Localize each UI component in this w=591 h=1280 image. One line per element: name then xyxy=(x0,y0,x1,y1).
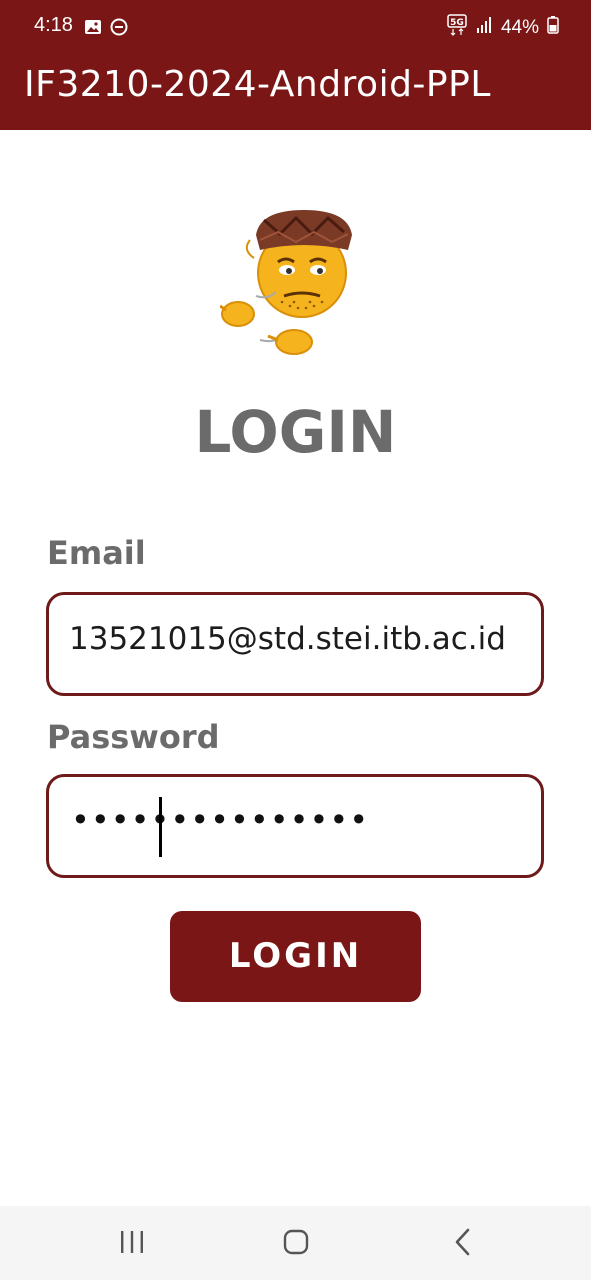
email-value: 13521015@std.stei.itb.ac.id xyxy=(69,621,506,657)
app-title: IF3210-2024-Android-PPL xyxy=(24,64,491,105)
app-bar: IF3210-2024-Android-PPL xyxy=(0,56,591,130)
login-screen: LOGIN Email 13521015@std.stei.itb.ac.id … xyxy=(0,130,591,1206)
do-not-disturb-icon xyxy=(110,18,128,40)
back-icon[interactable] xyxy=(444,1226,484,1260)
recent-apps-icon[interactable] xyxy=(112,1226,152,1260)
5g-icon: 5G xyxy=(447,14,467,42)
login-heading: LOGIN xyxy=(194,398,397,466)
battery-percent: 44% xyxy=(500,17,539,38)
gallery-icon xyxy=(84,18,102,40)
password-label: Password xyxy=(47,718,220,756)
password-field[interactable]: ••••••••••••••• xyxy=(46,774,544,878)
svg-text:5G: 5G xyxy=(450,18,464,28)
battery-icon xyxy=(547,16,559,40)
status-bar: 4:18 5G 44% xyxy=(0,0,591,56)
home-icon[interactable] xyxy=(276,1226,316,1260)
navigation-bar xyxy=(0,1206,591,1280)
email-field[interactable]: 13521015@std.stei.itb.ac.id xyxy=(46,592,544,696)
signal-icon xyxy=(475,16,493,40)
mascot-emoji-icon xyxy=(219,210,360,360)
text-cursor xyxy=(159,797,162,857)
login-button[interactable]: LOGIN xyxy=(170,911,421,1002)
status-time: 4:18 xyxy=(34,14,73,36)
password-value: ••••••••••••••• xyxy=(71,801,370,839)
email-label: Email xyxy=(47,534,146,572)
